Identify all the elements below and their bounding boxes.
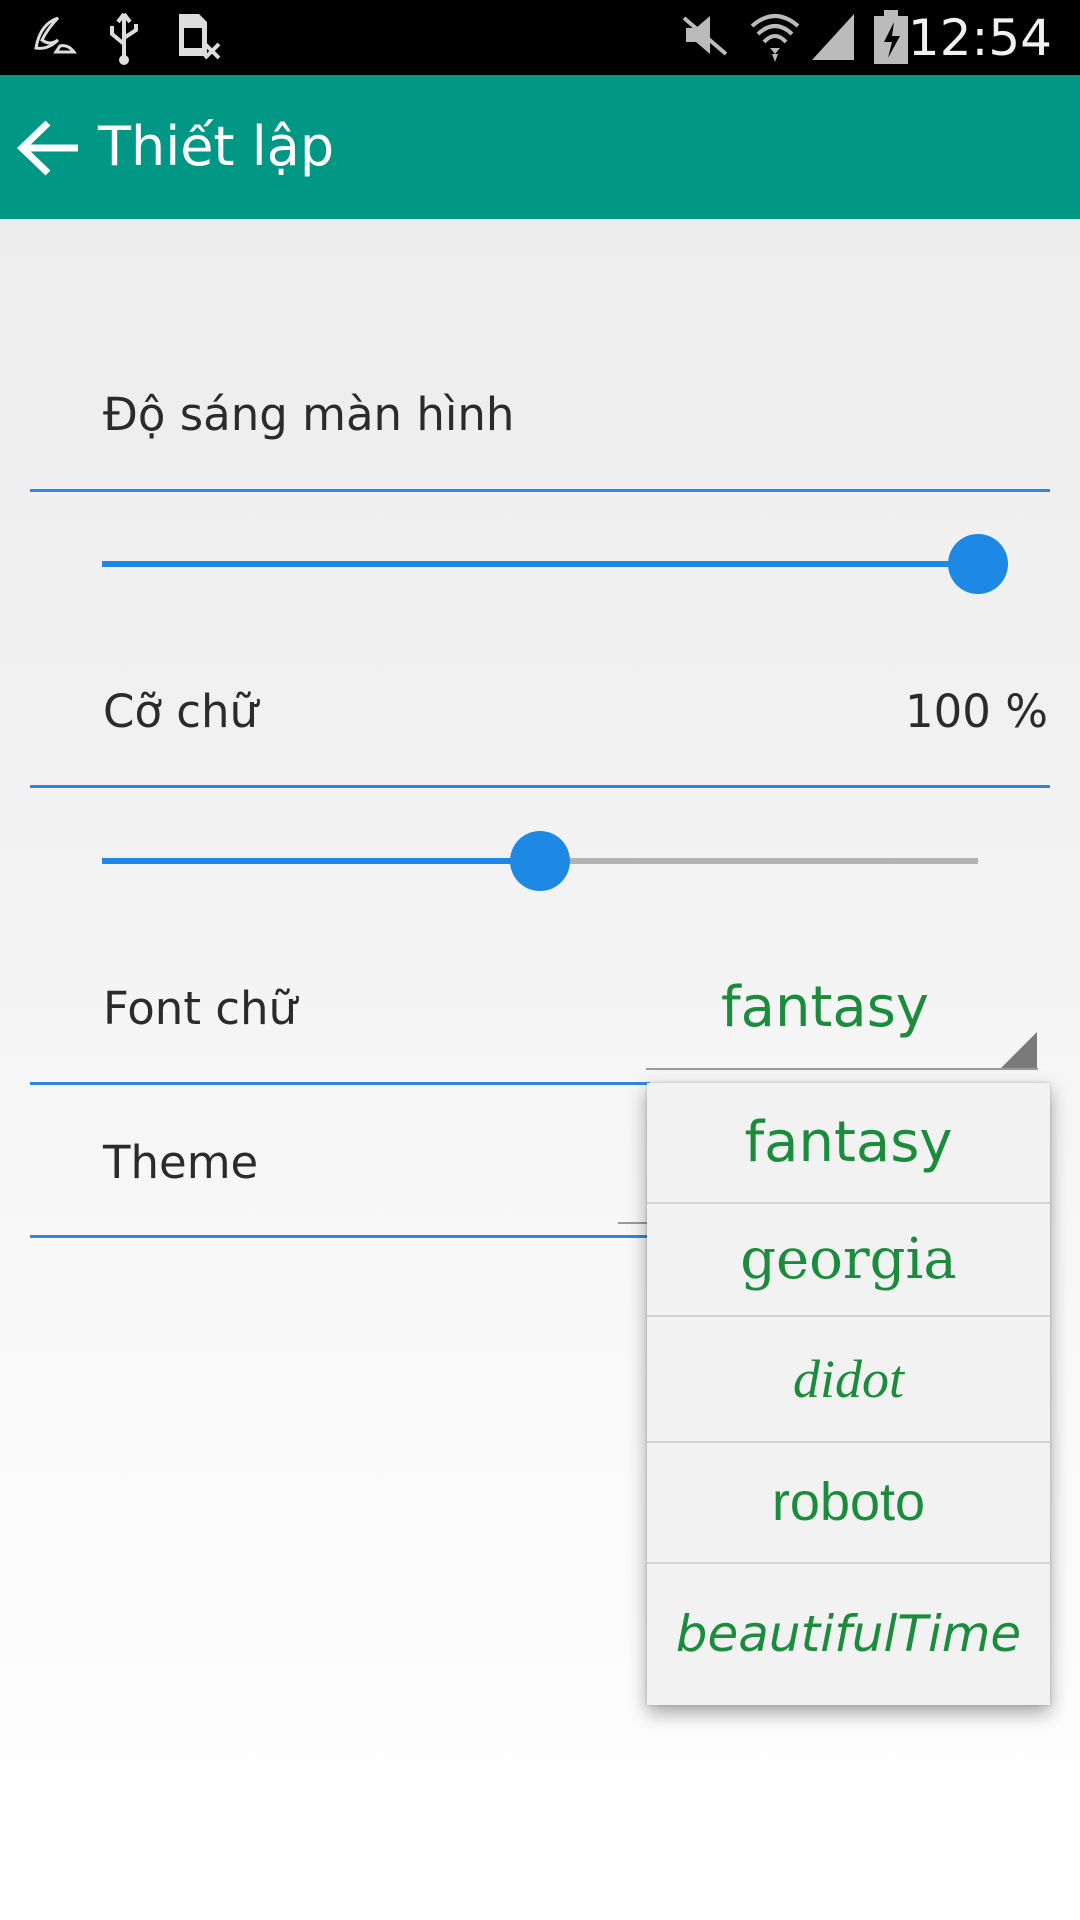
brightness-slider-fill (102, 561, 978, 567)
status-clock: 12:54 (907, 9, 1052, 67)
font-spinner-value[interactable]: fantasy (700, 975, 950, 1040)
page-title: Thiết lập (98, 115, 335, 178)
divider (30, 1235, 650, 1238)
font-label: Font chữ (103, 982, 298, 1035)
font-size-label: Cỡ chữ (103, 685, 259, 738)
font-option-roboto[interactable]: roboto (647, 1443, 1050, 1564)
usb-icon (104, 10, 144, 71)
font-option-georgia[interactable]: georgia (647, 1204, 1050, 1317)
font-size-value: 100 % (905, 685, 1048, 738)
status-bar: 12:54 (0, 0, 1080, 75)
wifi-icon (748, 10, 802, 69)
mute-icon (680, 10, 730, 65)
theme-label: Theme (103, 1136, 259, 1189)
spinner-arrow-icon[interactable] (1001, 1032, 1037, 1068)
signal-icon (808, 10, 858, 67)
no-sim-icon (175, 10, 225, 67)
divider (30, 489, 1050, 492)
font-size-slider[interactable] (102, 831, 978, 891)
arrow-back-icon[interactable] (14, 113, 84, 183)
brightness-slider[interactable] (102, 534, 1008, 594)
font-size-slider-thumb[interactable] (510, 831, 570, 891)
divider (30, 1082, 650, 1085)
brightness-slider-thumb[interactable] (948, 534, 1008, 594)
font-option-beautifultime[interactable]: beautifulTime (647, 1564, 1050, 1705)
moon-icon (28, 10, 78, 65)
app-bar: Thiết lập (0, 75, 1080, 219)
font-option-didot[interactable]: didot (647, 1317, 1050, 1443)
font-spinner-underline (646, 1068, 1038, 1070)
font-dropdown-menu: fantasy georgia didot roboto beautifulTi… (647, 1083, 1050, 1705)
battery-charging-icon (872, 10, 912, 71)
divider (30, 785, 1050, 788)
font-option-fantasy[interactable]: fantasy (647, 1083, 1050, 1204)
brightness-label: Độ sáng màn hình (103, 388, 515, 441)
font-size-slider-fill (102, 858, 540, 864)
